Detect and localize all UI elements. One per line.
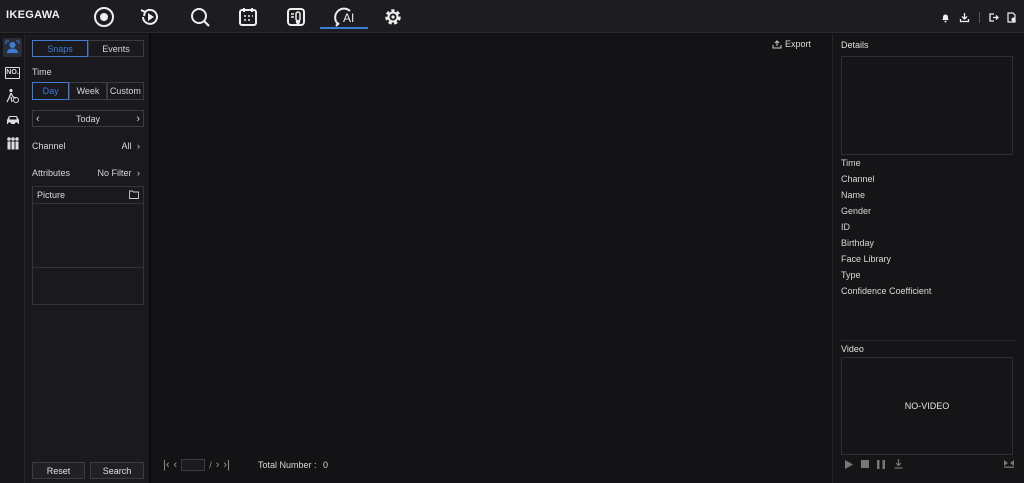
ai-category-sidebar: NO.: [0, 34, 25, 483]
detail-id: ID: [841, 222, 850, 232]
top-right-divider: [979, 12, 980, 23]
ai-icon[interactable]: AI: [332, 5, 358, 29]
chevron-right-icon: ›: [137, 141, 140, 151]
channel-label: Channel: [32, 141, 66, 151]
license-plate-label: NO.: [5, 66, 20, 79]
page-separator: /: [209, 460, 212, 470]
active-tab-indicator: [320, 27, 368, 29]
attributes-value: No Filter: [97, 168, 132, 178]
vehicle-icon[interactable]: [3, 110, 22, 129]
logout-icon[interactable]: [987, 11, 999, 23]
detail-time: Time: [841, 158, 861, 168]
face-icon[interactable]: [3, 38, 22, 57]
prev-day-button[interactable]: ‹: [36, 113, 40, 125]
next-page-icon[interactable]: ›: [216, 459, 220, 471]
detail-birthday: Birthday: [841, 238, 875, 248]
time-range-selector: Day Week Custom: [32, 82, 144, 100]
chevron-right-icon: ›: [137, 168, 140, 178]
live-view-icon[interactable]: [92, 5, 116, 29]
page-input[interactable]: [181, 459, 206, 471]
playback-icon[interactable]: [138, 5, 162, 29]
ai-label: AI: [343, 11, 355, 25]
detail-type: Type: [841, 270, 861, 280]
attributes-selector[interactable]: No Filter ›: [97, 168, 140, 178]
day-value: Today: [75, 113, 101, 124]
total-number: Total Number : 0: [258, 460, 328, 470]
play-icon[interactable]: [844, 459, 854, 469]
video-title: Video: [841, 344, 864, 354]
pagination: |‹ ‹ / › ›|: [163, 459, 230, 471]
no-video-label: NO-VIDEO: [904, 401, 950, 411]
detail-confidence: Confidence Coefficient: [841, 286, 932, 296]
stop-icon[interactable]: [860, 459, 870, 469]
channel-value: All: [121, 141, 132, 151]
search-icon[interactable]: [188, 5, 212, 29]
pause-icon[interactable]: [876, 459, 886, 469]
day-navigator: ‹ Today ›: [32, 110, 144, 127]
export-icon: [772, 39, 782, 48]
settings-icon[interactable]: [381, 5, 405, 29]
details-panel: Details Time Channel Name Gender ID Birt…: [833, 34, 1024, 483]
prev-page-icon[interactable]: ‹: [174, 459, 178, 471]
video-download-icon[interactable]: [893, 459, 903, 469]
reset-button[interactable]: Reset: [32, 462, 85, 479]
fullscreen-icon[interactable]: [1004, 459, 1014, 469]
range-custom[interactable]: Custom: [106, 82, 144, 100]
total-value: 0: [323, 460, 329, 470]
video-player[interactable]: NO-VIDEO: [841, 357, 1013, 455]
picture-label: Picture: [37, 190, 66, 200]
range-day[interactable]: Day: [32, 82, 70, 100]
top-bar: IKEGAWA AI: [0, 0, 1024, 33]
snap-event-tabs: Snaps Events: [32, 40, 144, 57]
time-label: Time: [32, 67, 52, 77]
channel-selector[interactable]: All ›: [121, 141, 140, 151]
export-label: Export: [785, 39, 812, 49]
video-divider: [841, 340, 1016, 341]
results-area: Export |‹ ‹ / › ›| Total Number : 0: [153, 34, 832, 483]
picture-divider: [33, 267, 143, 268]
detail-name: Name: [841, 190, 866, 200]
brand-logo: IKEGAWA: [6, 9, 61, 21]
account-icon[interactable]: [1005, 11, 1017, 23]
detail-face-library: Face Library: [841, 254, 892, 264]
filter-panel: Snaps Events Time Day Week Custom ‹ Toda…: [25, 34, 151, 483]
export-button[interactable]: Export: [772, 39, 811, 49]
crowd-icon[interactable]: [3, 134, 22, 153]
range-week[interactable]: Week: [69, 82, 107, 100]
pedestrian-icon[interactable]: [3, 86, 22, 105]
first-page-icon[interactable]: |‹: [163, 459, 170, 471]
detail-gender: Gender: [841, 206, 872, 216]
bell-icon[interactable]: [939, 11, 951, 23]
tab-snaps[interactable]: Snaps: [32, 40, 88, 57]
search-button[interactable]: Search: [90, 462, 144, 479]
schedule-icon[interactable]: [236, 5, 260, 29]
license-plate-icon[interactable]: NO.: [3, 63, 22, 82]
download-icon[interactable]: [958, 11, 970, 23]
snapshot-preview: [841, 56, 1013, 155]
tab-events[interactable]: Events: [88, 40, 144, 57]
attributes-label: Attributes: [32, 168, 71, 178]
total-label: Total Number :: [258, 460, 317, 470]
folder-icon[interactable]: [129, 190, 139, 201]
thermal-icon[interactable]: [284, 5, 308, 29]
next-day-button[interactable]: ›: [136, 113, 140, 125]
last-page-icon[interactable]: ›|: [223, 459, 230, 471]
details-title: Details: [841, 40, 869, 50]
detail-channel: Channel: [841, 174, 875, 184]
picture-upload-box[interactable]: Picture: [32, 186, 144, 305]
